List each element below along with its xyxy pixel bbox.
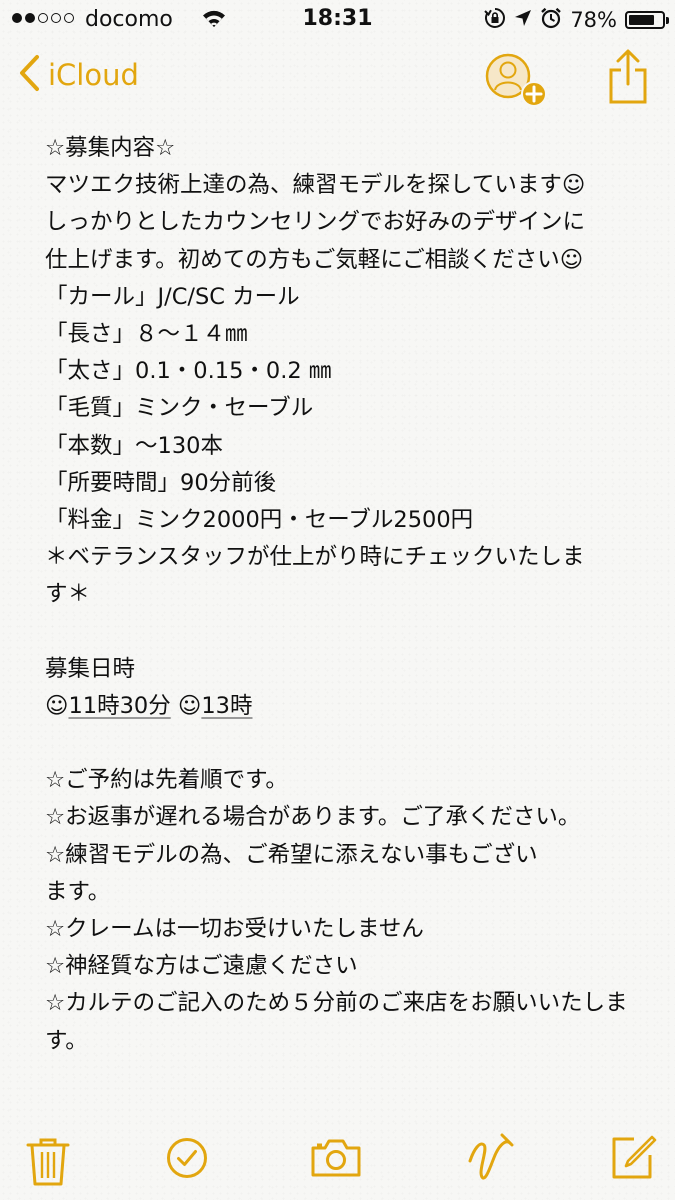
notice-line: ☆クレームは一切お受けいたしません (45, 915, 424, 942)
note-line: 仕上げます。初めての方もご気軽にご相談ください☺ (45, 246, 584, 273)
note-line: 「料金」ミンク2000円・セーブル2500円 (45, 506, 474, 533)
note-line: 「毛質」ミンク・セーブル (45, 395, 314, 422)
battery-icon (625, 11, 669, 29)
status-bar: docomo 18:31 78% (0, 0, 675, 40)
notice-line: ☆神経質な方はご遠慮ください (45, 953, 358, 980)
note-line: ＊ベテランスタッフが仕上がり時にチェックいたしま (45, 544, 585, 571)
trash-icon (26, 1138, 70, 1191)
schedule-line: ☺11時30分 ☺13時 (45, 688, 645, 725)
location-arrow-icon (514, 9, 532, 31)
share-icon (606, 49, 650, 108)
sketch-icon (466, 1133, 516, 1189)
notice-line: ☆カルテのご記入のため５分前のご来店をお願いいたしま (45, 990, 628, 1017)
note-line: マツエク技術上達の為、練習モデルを探しています☺ (45, 172, 586, 199)
compose-button[interactable] (610, 1133, 658, 1185)
rotation-lock-icon (484, 7, 506, 33)
note-body[interactable]: ☆募集内容☆ マツエク技術上達の為、練習モデルを探しています☺ しっかりとしたカ… (45, 130, 645, 1060)
notice-line: ☆お返事が遅れる場合があります。ご了承ください。 (45, 804, 581, 831)
compose-icon (610, 1135, 658, 1185)
add-person-button[interactable] (484, 50, 550, 110)
checklist-icon (166, 1138, 208, 1183)
bottom-toolbar (0, 1125, 675, 1200)
alarm-icon (540, 7, 562, 33)
notice-line: す。 (45, 1027, 88, 1054)
note-line: 「所要時間」90分前後 (45, 469, 277, 496)
battery-level-fill (629, 15, 654, 25)
note-line: す＊ (45, 581, 91, 608)
schedule-heading: 募集日時 (45, 655, 136, 682)
time-slot-link-2[interactable]: 13時 (201, 693, 252, 719)
notice-line: ます。 (45, 878, 111, 905)
note-line: 「長さ」８〜１４㎜ (45, 320, 248, 347)
navigation-bar: iCloud (0, 40, 675, 120)
notice-line: ☆ご予約は先着順です。 (45, 767, 288, 794)
delete-button[interactable] (26, 1135, 70, 1191)
back-button-label: iCloud (48, 58, 139, 92)
battery-percent: 78% (570, 8, 617, 32)
camera-button[interactable] (310, 1138, 362, 1182)
checklist-button[interactable] (166, 1137, 208, 1183)
status-right-group: 78% (484, 7, 669, 33)
notice-line: ☆練習モデルの為、ご希望に添えない事もござい (45, 841, 538, 868)
back-button[interactable]: iCloud (18, 54, 139, 96)
note-line: 「本数」〜130本 (45, 432, 223, 459)
note-line: 「カール」J/C/SC カール (45, 283, 300, 310)
chevron-left-icon (18, 54, 40, 96)
time-slot-link-1[interactable]: 11時30分 (68, 693, 170, 719)
add-person-icon (484, 53, 550, 114)
note-heading: ☆募集内容☆ (45, 135, 176, 161)
share-button[interactable] (606, 48, 650, 104)
smiley-emoji: ☺ (45, 692, 69, 719)
smiley-emoji: ☺ (177, 692, 202, 719)
sketch-button[interactable] (466, 1131, 516, 1189)
camera-icon (310, 1139, 362, 1182)
note-line: しっかりとしたカウンセリングでお好みのデザインに (45, 209, 586, 236)
note-line: 「太さ」0.1・0.15・0.2 ㎜ (45, 358, 332, 385)
